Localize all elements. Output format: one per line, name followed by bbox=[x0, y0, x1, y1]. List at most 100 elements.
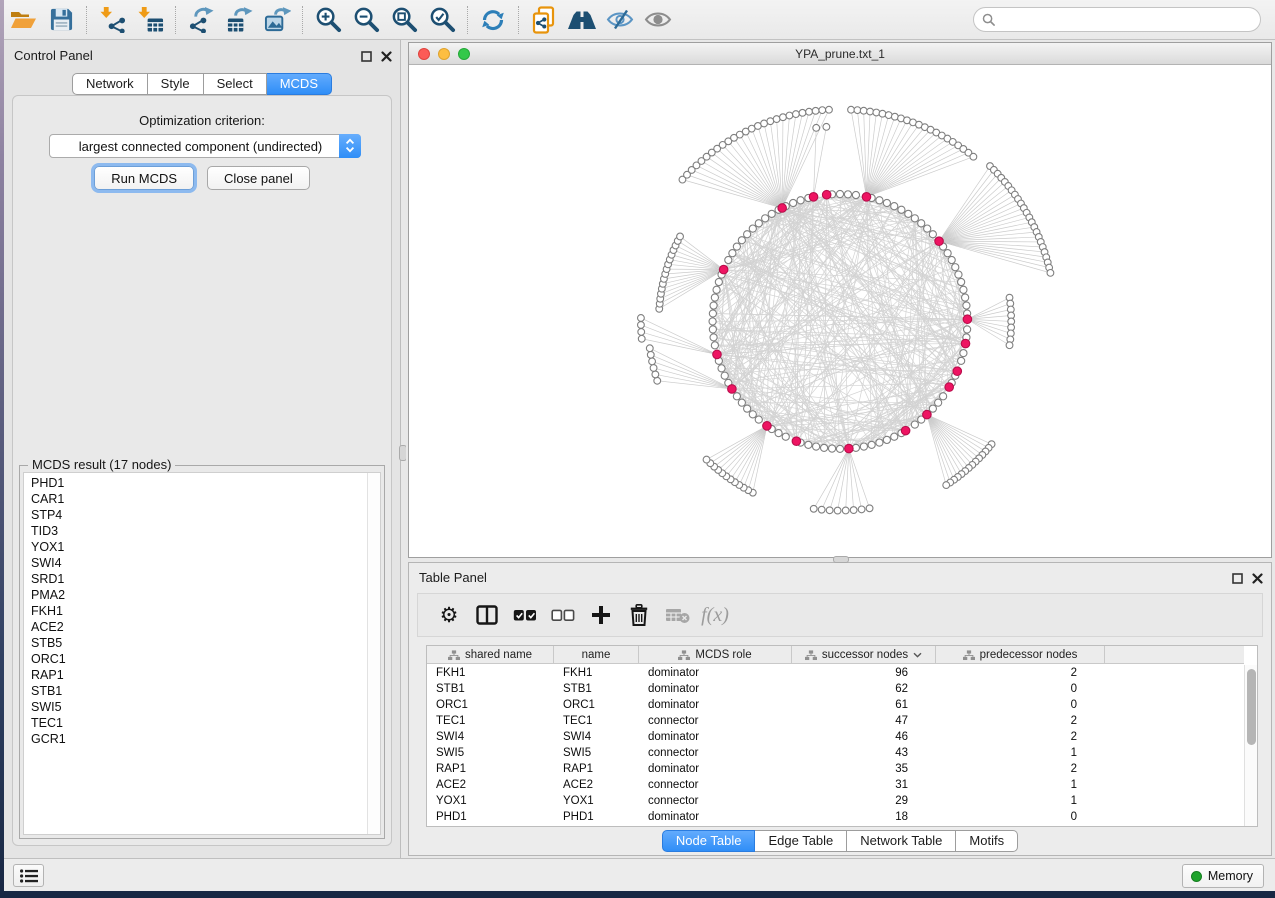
float-panel-icon[interactable] bbox=[361, 49, 372, 67]
table-row[interactable]: FKH1FKH1dominator962 bbox=[427, 665, 1244, 681]
table-cell[interactable]: STB1 bbox=[554, 683, 639, 695]
table-cell[interactable]: connector bbox=[639, 795, 792, 807]
table-cell[interactable]: 2 bbox=[936, 667, 1105, 679]
table-row[interactable]: RAP1RAP1dominator352 bbox=[427, 761, 1244, 777]
tab-node-table[interactable]: Node Table bbox=[662, 830, 756, 852]
run-mcds-button[interactable]: Run MCDS bbox=[94, 166, 194, 190]
mcds-result-item[interactable]: TID3 bbox=[24, 523, 366, 539]
clone-network-icon[interactable] bbox=[525, 3, 563, 37]
mcds-result-item[interactable]: SWI4 bbox=[24, 555, 366, 571]
table-cell[interactable]: 35 bbox=[792, 763, 936, 775]
table-cell[interactable]: 62 bbox=[792, 683, 936, 695]
table-cell[interactable]: connector bbox=[639, 779, 792, 791]
table-cell[interactable]: ACE2 bbox=[554, 779, 639, 791]
search-input[interactable] bbox=[1000, 13, 1252, 27]
open-file-icon[interactable] bbox=[4, 3, 42, 37]
search-field[interactable] bbox=[973, 7, 1261, 32]
show-columns-icon[interactable] bbox=[468, 597, 506, 633]
table-scrollbar[interactable] bbox=[1244, 665, 1257, 826]
deselect-all-icon[interactable] bbox=[544, 597, 582, 633]
table-settings-icon[interactable]: ⚙ bbox=[430, 597, 468, 633]
table-cell[interactable]: 2 bbox=[936, 715, 1105, 727]
table-cell[interactable]: 43 bbox=[792, 747, 936, 759]
mcds-result-item[interactable]: YOX1 bbox=[24, 539, 366, 555]
first-neighbors-icon[interactable] bbox=[563, 3, 601, 37]
table-row[interactable]: ORC1ORC1dominator610 bbox=[427, 697, 1244, 713]
tab-network-table[interactable]: Network Table bbox=[847, 830, 956, 852]
table-cell[interactable]: 29 bbox=[792, 795, 936, 807]
mcds-result-item[interactable]: SWI5 bbox=[24, 699, 366, 715]
float-panel-icon[interactable] bbox=[1232, 571, 1243, 589]
table-row[interactable]: SWI5SWI5connector431 bbox=[427, 745, 1244, 761]
list-scrollbar[interactable] bbox=[367, 473, 380, 834]
table-row[interactable]: SWI4SWI4dominator462 bbox=[427, 729, 1244, 745]
tab-network[interactable]: Network bbox=[72, 73, 148, 95]
table-cell[interactable]: connector bbox=[639, 715, 792, 727]
table-cell[interactable]: SWI4 bbox=[427, 731, 554, 743]
import-table-icon[interactable] bbox=[131, 3, 169, 37]
import-network-icon[interactable] bbox=[93, 3, 131, 37]
table-row[interactable]: PHD1PHD1dominator180 bbox=[427, 809, 1244, 825]
table-cell[interactable]: 46 bbox=[792, 731, 936, 743]
mcds-result-item[interactable]: ORC1 bbox=[24, 651, 366, 667]
mcds-result-item[interactable]: GCR1 bbox=[24, 731, 366, 747]
table-cell[interactable]: 2 bbox=[936, 763, 1105, 775]
close-panel-icon[interactable] bbox=[1252, 571, 1263, 589]
table-cell[interactable]: FKH1 bbox=[554, 667, 639, 679]
table-cell[interactable]: RAP1 bbox=[427, 763, 554, 775]
table-cell[interactable]: STB1 bbox=[427, 683, 554, 695]
table-cell[interactable]: SWI5 bbox=[427, 747, 554, 759]
save-session-icon[interactable] bbox=[42, 3, 80, 37]
table-cell[interactable]: SWI5 bbox=[554, 747, 639, 759]
table-cell[interactable]: RAP1 bbox=[554, 763, 639, 775]
table-cell[interactable]: TEC1 bbox=[554, 715, 639, 727]
table-cell[interactable]: dominator bbox=[639, 667, 792, 679]
table-cell[interactable]: SWI4 bbox=[554, 731, 639, 743]
table-cell[interactable]: 96 bbox=[792, 667, 936, 679]
table-cell[interactable]: 0 bbox=[936, 683, 1105, 695]
table-cell[interactable]: 2 bbox=[936, 731, 1105, 743]
tab-edge-table[interactable]: Edge Table bbox=[755, 830, 847, 852]
column-header-name[interactable]: name bbox=[554, 646, 639, 664]
network-window-titlebar[interactable]: YPA_prune.txt_1 bbox=[409, 43, 1271, 65]
table-cell[interactable]: connector bbox=[639, 747, 792, 759]
optimization-criterion-select[interactable]: largest connected component (undirected) bbox=[49, 134, 361, 158]
table-row[interactable]: ACE2ACE2connector311 bbox=[427, 777, 1244, 793]
horizontal-splitter-grip[interactable] bbox=[833, 556, 849, 563]
column-header-predecessor-nodes[interactable]: predecessor nodes bbox=[936, 646, 1105, 664]
select-all-icon[interactable] bbox=[506, 597, 544, 633]
table-cell[interactable]: dominator bbox=[639, 683, 792, 695]
table-cell[interactable]: ORC1 bbox=[427, 699, 554, 711]
zoom-in-icon[interactable] bbox=[309, 3, 347, 37]
hide-selected-icon[interactable] bbox=[601, 3, 639, 37]
mcds-result-item[interactable]: STB1 bbox=[24, 683, 366, 699]
table-cell[interactable]: 47 bbox=[792, 715, 936, 727]
table-cell[interactable]: YOX1 bbox=[427, 795, 554, 807]
table-cell[interactable]: 61 bbox=[792, 699, 936, 711]
close-panel-button[interactable]: Close panel bbox=[207, 166, 310, 190]
table-cell[interactable]: YOX1 bbox=[554, 795, 639, 807]
mcds-result-item[interactable]: PHD1 bbox=[24, 475, 366, 491]
task-history-button[interactable] bbox=[13, 864, 44, 887]
network-canvas[interactable] bbox=[409, 66, 1271, 557]
table-cell[interactable]: 0 bbox=[936, 699, 1105, 711]
mcds-result-item[interactable]: SRD1 bbox=[24, 571, 366, 587]
tab-mcds[interactable]: MCDS bbox=[267, 73, 332, 95]
table-cell[interactable]: PHD1 bbox=[427, 811, 554, 823]
table-cell[interactable]: TEC1 bbox=[427, 715, 554, 727]
mcds-result-item[interactable]: STB5 bbox=[24, 635, 366, 651]
table-cell[interactable]: dominator bbox=[639, 763, 792, 775]
mcds-result-item[interactable]: CAR1 bbox=[24, 491, 366, 507]
zoom-selected-icon[interactable] bbox=[423, 3, 461, 37]
export-network-icon[interactable] bbox=[182, 3, 220, 37]
network-graph[interactable] bbox=[409, 66, 1271, 557]
mcds-result-item[interactable]: ACE2 bbox=[24, 619, 366, 635]
table-cell[interactable]: PHD1 bbox=[554, 811, 639, 823]
mcds-result-item[interactable]: TEC1 bbox=[24, 715, 366, 731]
zoom-out-icon[interactable] bbox=[347, 3, 385, 37]
export-table-icon[interactable] bbox=[220, 3, 258, 37]
scrollbar-thumb[interactable] bbox=[1247, 669, 1256, 745]
refresh-layout-icon[interactable] bbox=[474, 3, 512, 37]
table-cell[interactable]: FKH1 bbox=[427, 667, 554, 679]
show-all-icon[interactable] bbox=[639, 3, 677, 37]
